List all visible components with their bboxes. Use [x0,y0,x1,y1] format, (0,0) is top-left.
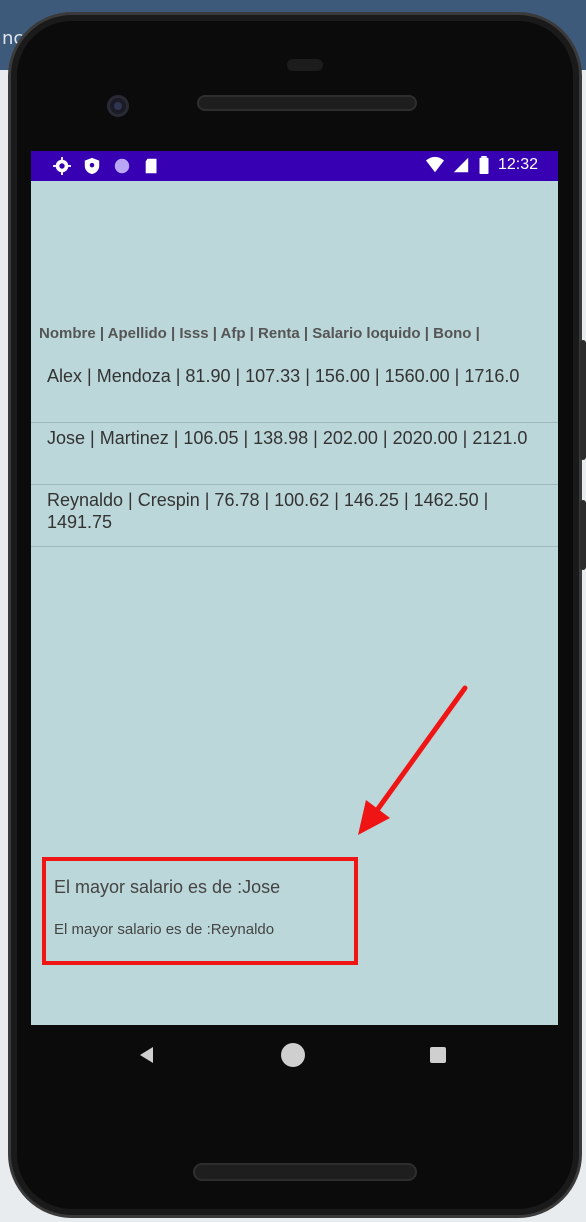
front-camera-icon [107,95,129,117]
volume-button[interactable] [580,340,586,460]
gear-icon [53,157,71,175]
home-icon[interactable] [281,1043,305,1067]
top-speaker [197,95,417,111]
list-item[interactable]: Alex | Mendoza | 81.90 | 107.33 | 156.00… [31,361,558,423]
list-item[interactable]: Jose | Martinez | 106.05 | 138.98 | 202.… [31,423,558,485]
recent-apps-icon[interactable] [430,1047,446,1063]
list-item[interactable]: Reynaldo | Crespin | 76.78 | 100.62 | 14… [31,485,558,547]
sd-card-icon [145,158,157,174]
result-text-primary: El mayor salario es de :Jose [54,877,281,897]
earpiece-slot [287,59,323,71]
navigation-bar [31,1026,558,1086]
battery-icon [479,156,489,174]
circle-icon [114,158,130,174]
wifi-icon [425,156,444,173]
app-screen: 12:32 Nombre | Apellido | Isss | Afp | R… [31,151,558,1025]
employee-list: Alex | Mendoza | 81.90 | 107.33 | 156.00… [31,361,558,547]
highlight-box: El mayor salario es de :Jose El mayor sa… [42,857,358,965]
red-arrow-annotation [358,685,468,835]
signal-icon [453,157,469,173]
table-header: Nombre | Apellido | Isss | Afp | Renta |… [39,325,480,342]
back-icon[interactable] [139,1046,155,1064]
power-button[interactable] [580,500,586,570]
status-bar: 12:32 [31,151,558,181]
status-time: 12:32 [497,156,538,173]
shield-icon [84,157,100,175]
bottom-speaker [193,1163,417,1181]
result-text-secondary: El mayor salario es de :Reynaldo [54,921,275,938]
